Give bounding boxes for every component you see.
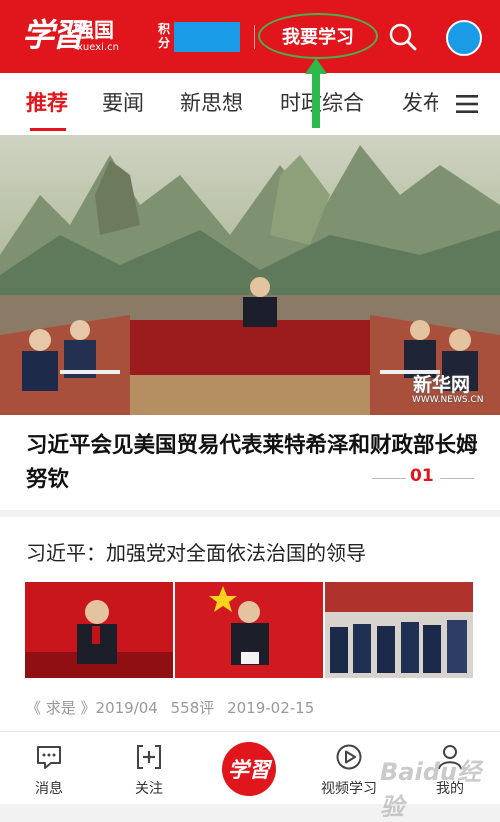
channel-tabs: 推荐 要闻 新思想 时政综合 发布 xyxy=(0,73,500,135)
center-study-logo[interactable]: 学習 xyxy=(222,742,276,796)
app-logo-text: 强国 xyxy=(74,18,114,42)
hero-headline[interactable]: 习近平会见美国贸易代表莱特希泽和财政部长姆努钦 xyxy=(26,429,481,497)
top-bar: 学習 强国 xuexi.cn 积分 我要学习 xyxy=(0,0,500,73)
article-card[interactable]: 习近平：加强党对全面依法治国的领导 《 求是 》2019/04 558评 201… xyxy=(0,517,500,731)
baidu-watermark: Baidu经验 xyxy=(380,758,481,821)
article-meta: 《 求是 》2019/04 558评 2019-02-15 xyxy=(26,697,322,718)
tab-important-news[interactable]: 要闻 xyxy=(102,87,144,117)
article-thumbnail[interactable] xyxy=(325,582,473,678)
tab-new-thought[interactable]: 新思想 xyxy=(180,87,243,117)
index-line-right xyxy=(440,478,474,479)
menu-icon[interactable] xyxy=(456,93,478,115)
tab-publish[interactable]: 发布 xyxy=(402,87,438,117)
avatar[interactable] xyxy=(446,20,482,56)
nav-follow[interactable]: 关注 xyxy=(104,732,194,804)
active-tab-indicator xyxy=(30,128,66,131)
annotation-arrow-icon xyxy=(305,58,327,128)
article-comments[interactable]: 558评 xyxy=(171,699,215,717)
nav-messages[interactable]: 消息 xyxy=(4,732,94,804)
article-title[interactable]: 习近平：加强党对全面依法治国的领导 xyxy=(26,537,366,566)
message-icon xyxy=(37,746,61,769)
play-icon xyxy=(336,744,362,770)
add-follow-icon xyxy=(137,745,161,769)
app-logo: 学習 xyxy=(22,16,84,54)
article-date: 2019-02-15 xyxy=(227,699,315,717)
search-icon[interactable] xyxy=(388,22,418,52)
points-label: 积分 xyxy=(158,22,171,50)
nav-label: 关注 xyxy=(135,781,163,797)
headline-card[interactable]: 习近平会见美国贸易代表莱特希泽和财政部长姆努钦 01 xyxy=(0,415,500,510)
news-watermark-url: WWW.NEWS.CN xyxy=(412,395,484,405)
app-logo-domain: xuexi.cn xyxy=(77,42,119,53)
points-value-box[interactable] xyxy=(174,22,240,52)
tab-recommend[interactable]: 推荐 xyxy=(26,87,68,117)
news-watermark: 新华网 xyxy=(413,374,471,396)
header-divider xyxy=(254,25,255,49)
article-thumbnail[interactable] xyxy=(25,582,173,678)
carousel-index: 01 xyxy=(410,466,434,486)
article-thumbnail[interactable] xyxy=(175,582,323,678)
article-source: 《 求是 》2019/04 xyxy=(26,699,158,717)
study-button[interactable]: 我要学习 xyxy=(258,13,378,59)
nav-label: 消息 xyxy=(35,781,63,797)
index-line-left xyxy=(372,478,406,479)
